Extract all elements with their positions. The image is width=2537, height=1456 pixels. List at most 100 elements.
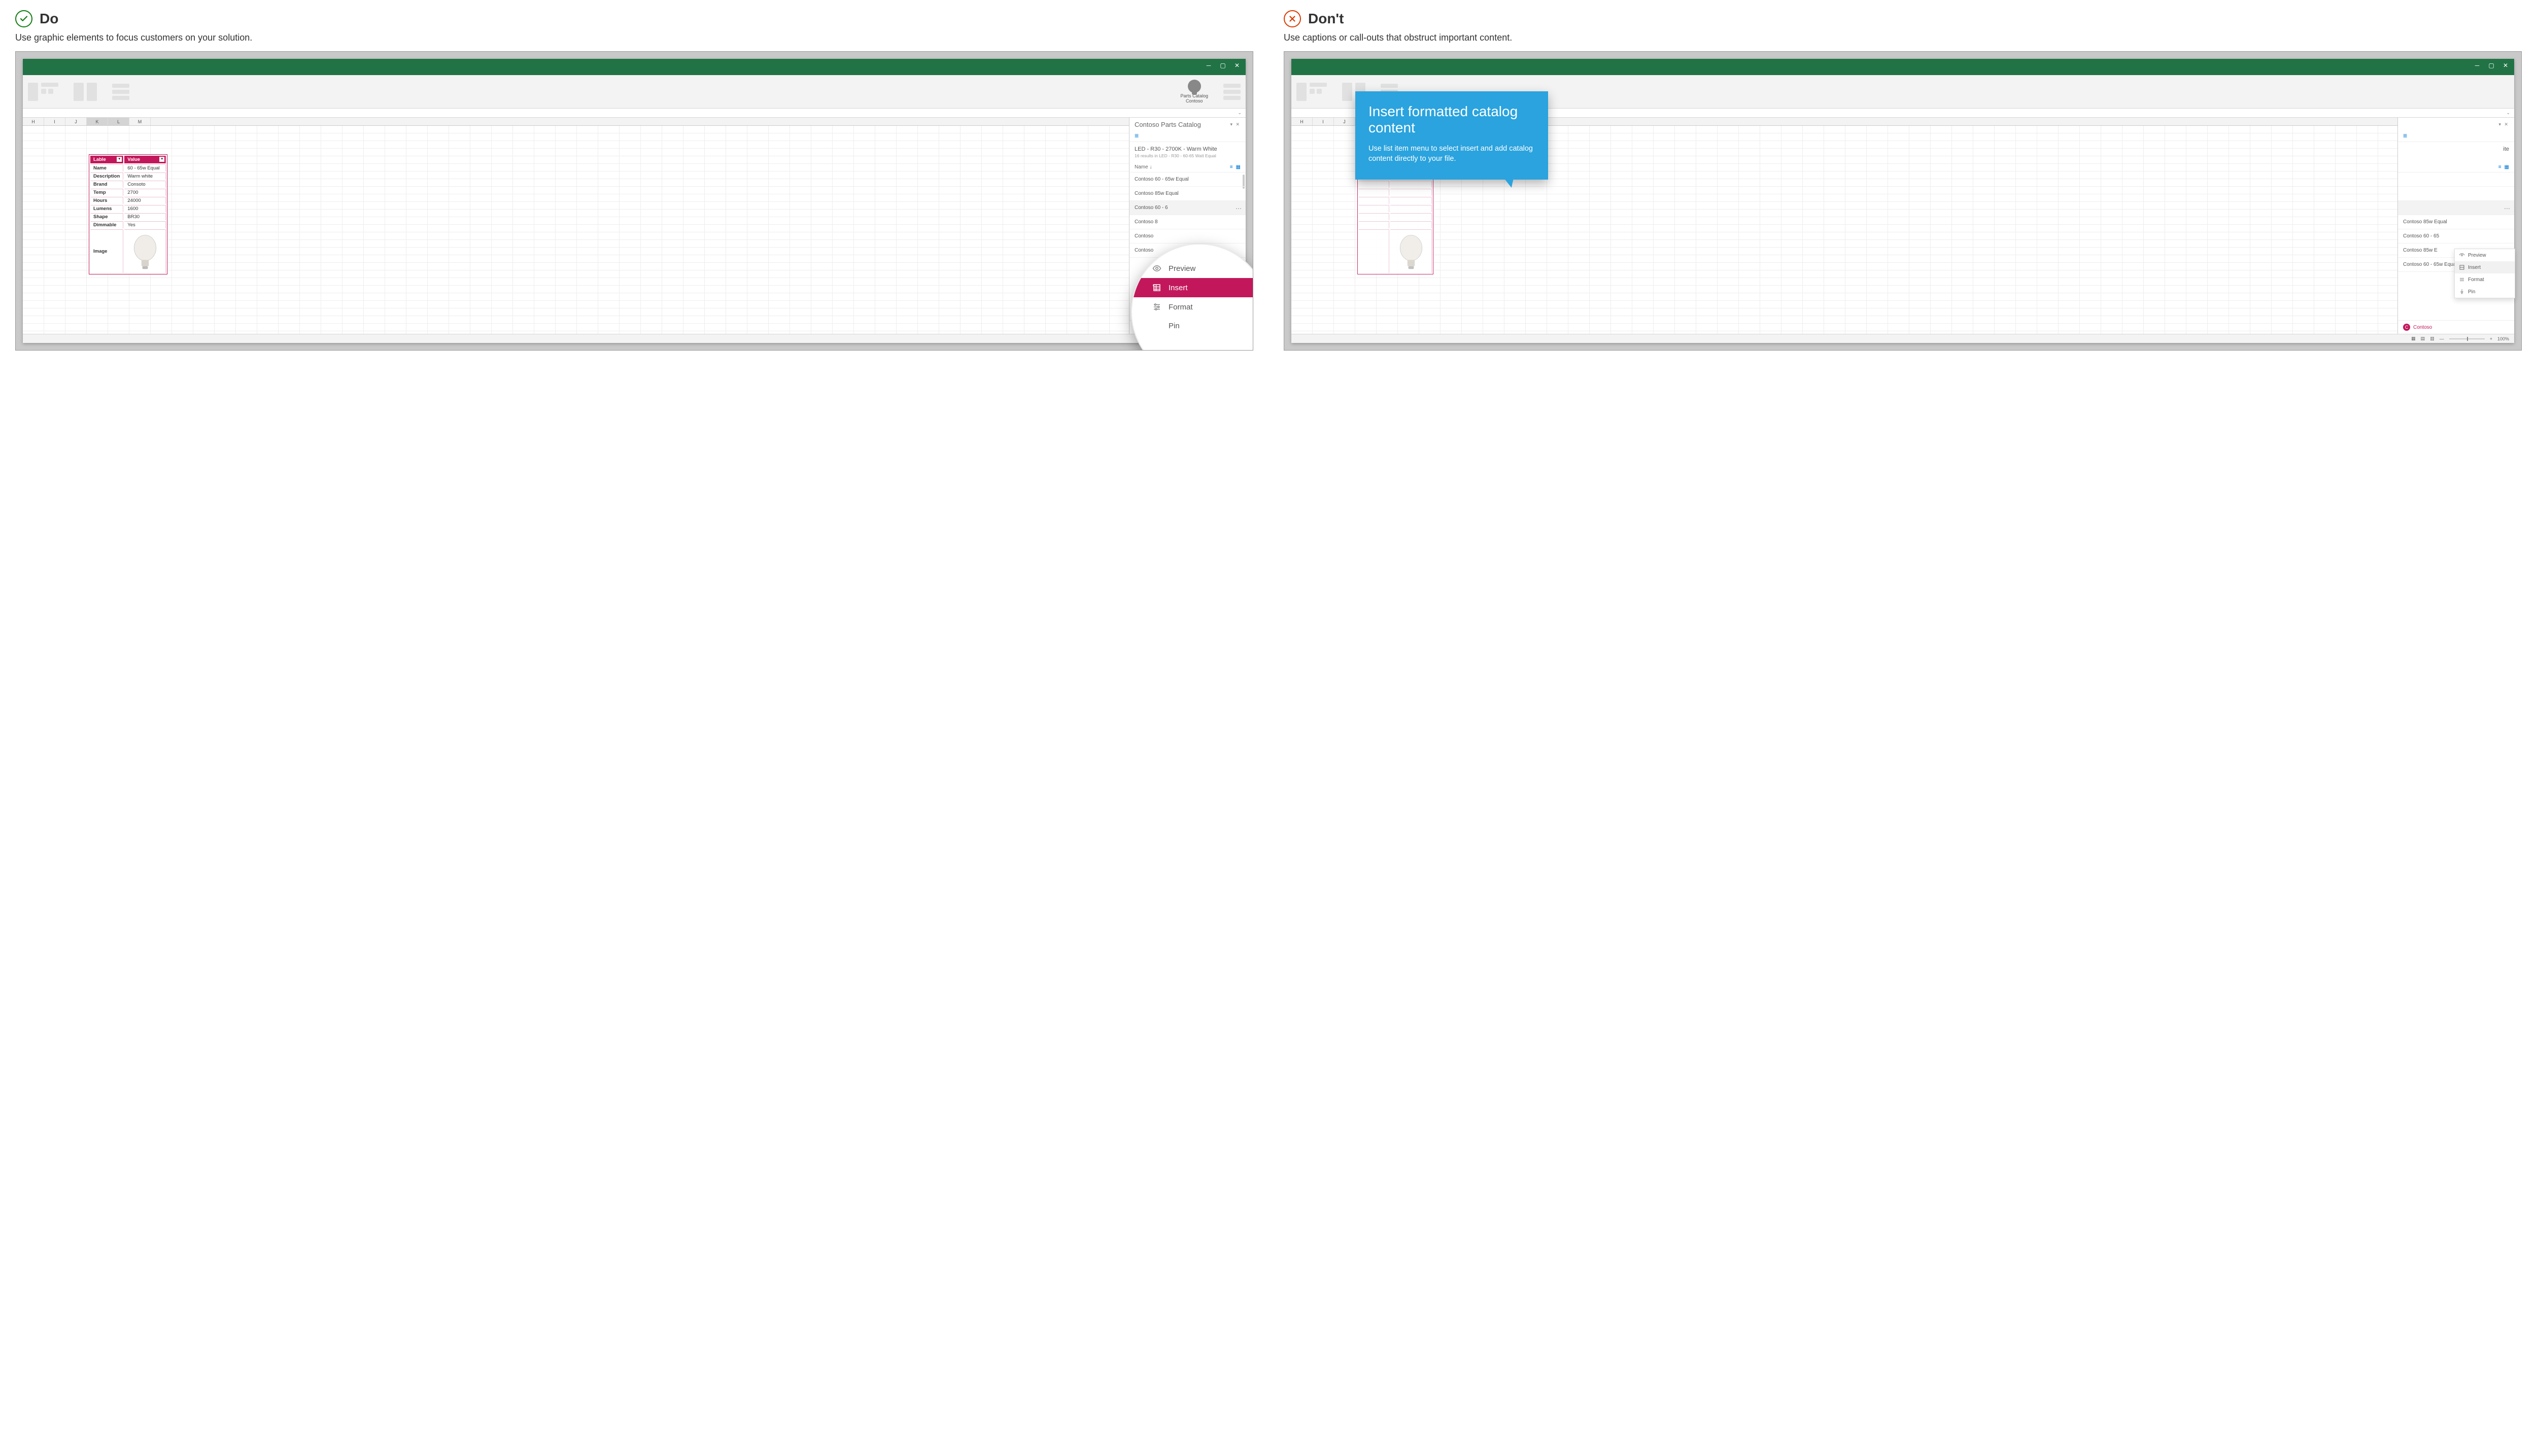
- table-cell[interactable]: Name: [90, 164, 123, 171]
- ribbon-button[interactable]: [1317, 89, 1322, 94]
- table-cell[interactable]: Temp: [90, 189, 123, 196]
- column-header[interactable]: H: [1291, 118, 1313, 125]
- column-header[interactable]: I: [44, 118, 65, 125]
- ribbon-button[interactable]: [1223, 90, 1241, 94]
- grid-view-icon[interactable]: ▦: [1236, 164, 1241, 170]
- status-bar: ▦ ▤ ▥ —+ 100%: [1291, 334, 2514, 343]
- ribbon-button[interactable]: [87, 83, 97, 101]
- magnifier-overlay: Preview Insert Format Pin: [1131, 244, 1253, 351]
- breadcrumb[interactable]: ite: [2398, 142, 2514, 153]
- ribbon-button[interactable]: [28, 83, 38, 101]
- table-cell[interactable]: Yes: [124, 221, 166, 228]
- hamburger-icon[interactable]: ≡: [2398, 130, 2514, 142]
- table-cell[interactable]: Shape: [90, 213, 123, 220]
- table-cell[interactable]: BR30: [124, 213, 166, 220]
- menu-format[interactable]: Format: [1143, 297, 1253, 317]
- column-header[interactable]: J: [1334, 118, 1355, 125]
- ribbon-button[interactable]: [1381, 84, 1398, 88]
- list-item[interactable]: [2398, 187, 2514, 201]
- ribbon-button[interactable]: [112, 84, 129, 88]
- maximize-icon[interactable]: ▢: [1220, 63, 1225, 68]
- list-item[interactable]: Contoso: [1129, 229, 1246, 244]
- table-cell[interactable]: 1600: [124, 205, 166, 212]
- ribbon-button[interactable]: [1296, 83, 1307, 101]
- table-cell[interactable]: Lumens: [90, 205, 123, 212]
- more-icon[interactable]: ⋯: [1236, 205, 1242, 212]
- table-header[interactable]: Lable▾: [90, 156, 123, 163]
- list-item[interactable]: Contoso 8: [1129, 215, 1246, 229]
- table-cell[interactable]: 60 - 65w Equal: [124, 164, 166, 171]
- view-normal-icon[interactable]: ▦: [2411, 336, 2416, 341]
- table-cell[interactable]: Image: [90, 229, 123, 273]
- chevron-down-icon[interactable]: ⌄: [1238, 110, 1242, 116]
- list-item[interactable]: Contoso 60 - 65: [2398, 229, 2514, 244]
- column-header[interactable]: H: [23, 118, 44, 125]
- inserted-table[interactable]: Lable▾Value▾ Name60 - 65w EqualDescripti…: [89, 154, 167, 274]
- sort-arrow-icon[interactable]: ↓: [1149, 164, 1152, 170]
- ribbon-button[interactable]: [41, 83, 58, 87]
- column-header[interactable]: J: [65, 118, 87, 125]
- menu-pin[interactable]: Pin: [1143, 317, 1253, 335]
- filter-dropdown-icon[interactable]: ▾: [117, 157, 122, 162]
- pane-controls[interactable]: ▾ ✕: [1230, 122, 1241, 127]
- ribbon-button[interactable]: [74, 83, 84, 101]
- ribbon-button[interactable]: [112, 90, 129, 94]
- menu-preview[interactable]: Preview: [2455, 249, 2515, 261]
- table-cell[interactable]: Dimmable: [90, 221, 123, 228]
- column-header[interactable]: L: [108, 118, 129, 125]
- view-break-icon[interactable]: ▥: [2430, 336, 2435, 341]
- list-item[interactable]: [2398, 172, 2514, 187]
- addin-ribbon-button[interactable]: Parts CatalogContoso: [1180, 80, 1208, 104]
- minimize-icon[interactable]: ─: [1206, 63, 1211, 68]
- sort-label[interactable]: Name: [1135, 164, 1148, 170]
- column-header[interactable]: K: [87, 118, 108, 125]
- list-item[interactable]: Contoso 60 - 6⋯: [1129, 201, 1246, 215]
- pane-title: [2403, 121, 2405, 128]
- list-view-icon[interactable]: ≡: [2498, 164, 2501, 170]
- menu-preview[interactable]: Preview: [1143, 259, 1253, 278]
- ribbon-button[interactable]: [1310, 89, 1315, 94]
- list-view-icon[interactable]: ≡: [1230, 164, 1233, 170]
- breadcrumb[interactable]: LED - R30 - 2700K - Warm White: [1129, 142, 1246, 153]
- table-cell[interactable]: Warm white: [124, 172, 166, 180]
- maximize-icon[interactable]: ▢: [2489, 63, 2494, 68]
- menu-insert[interactable]: Insert: [1132, 278, 1253, 297]
- table-cell[interactable]: Brand: [90, 181, 123, 188]
- spreadsheet[interactable]: HIJKLM Lable▾Value▾ Name60 - 65w EqualDe…: [23, 118, 1129, 334]
- list-item[interactable]: Contoso 85w Equal: [2398, 215, 2514, 229]
- menu-format[interactable]: Format: [2455, 273, 2515, 286]
- close-icon[interactable]: ✕: [1235, 63, 1240, 68]
- grid-view-icon[interactable]: ▦: [2505, 164, 2509, 170]
- ribbon-button[interactable]: [1342, 83, 1352, 101]
- table-cell[interactable]: 2700: [124, 189, 166, 196]
- do-subtitle: Use graphic elements to focus customers …: [15, 32, 1253, 43]
- table-header[interactable]: Value▾: [124, 156, 166, 163]
- menu-insert[interactable]: Insert: [2455, 261, 2515, 273]
- column-header[interactable]: M: [129, 118, 151, 125]
- more-icon[interactable]: ⋯: [2504, 205, 2510, 212]
- filter-dropdown-icon[interactable]: ▾: [159, 157, 164, 162]
- table-cell[interactable]: [124, 229, 166, 273]
- view-layout-icon[interactable]: ▤: [2421, 336, 2425, 341]
- close-icon[interactable]: ✕: [2503, 63, 2508, 68]
- chevron-down-icon[interactable]: ⌄: [2506, 110, 2510, 116]
- minimize-icon[interactable]: ─: [2475, 63, 2480, 68]
- ribbon-button[interactable]: [41, 89, 46, 94]
- pane-controls[interactable]: ▾ ✕: [2498, 122, 2509, 127]
- list-item[interactable]: Contoso 60 - 65w Equal: [1129, 172, 1246, 187]
- ribbon-button[interactable]: [1223, 84, 1241, 88]
- ribbon-button[interactable]: [1223, 96, 1241, 100]
- ribbon-button[interactable]: [112, 96, 129, 100]
- table-cell[interactable]: Consoto: [124, 181, 166, 188]
- list-item[interactable]: ⋯: [2398, 201, 2514, 215]
- table-cell[interactable]: Hours: [90, 197, 123, 204]
- column-header[interactable]: I: [1313, 118, 1334, 125]
- ribbon-button[interactable]: [1310, 83, 1327, 87]
- hamburger-icon[interactable]: ≡: [1129, 130, 1246, 142]
- menu-pin[interactable]: Pin: [2455, 286, 2515, 298]
- list-item[interactable]: Contoso 85w Equal: [1129, 187, 1246, 201]
- table-cell[interactable]: 24000: [124, 197, 166, 204]
- ribbon-button[interactable]: [48, 89, 53, 94]
- table-cell[interactable]: Description: [90, 172, 123, 180]
- formula-bar[interactable]: ⌄: [23, 109, 1246, 118]
